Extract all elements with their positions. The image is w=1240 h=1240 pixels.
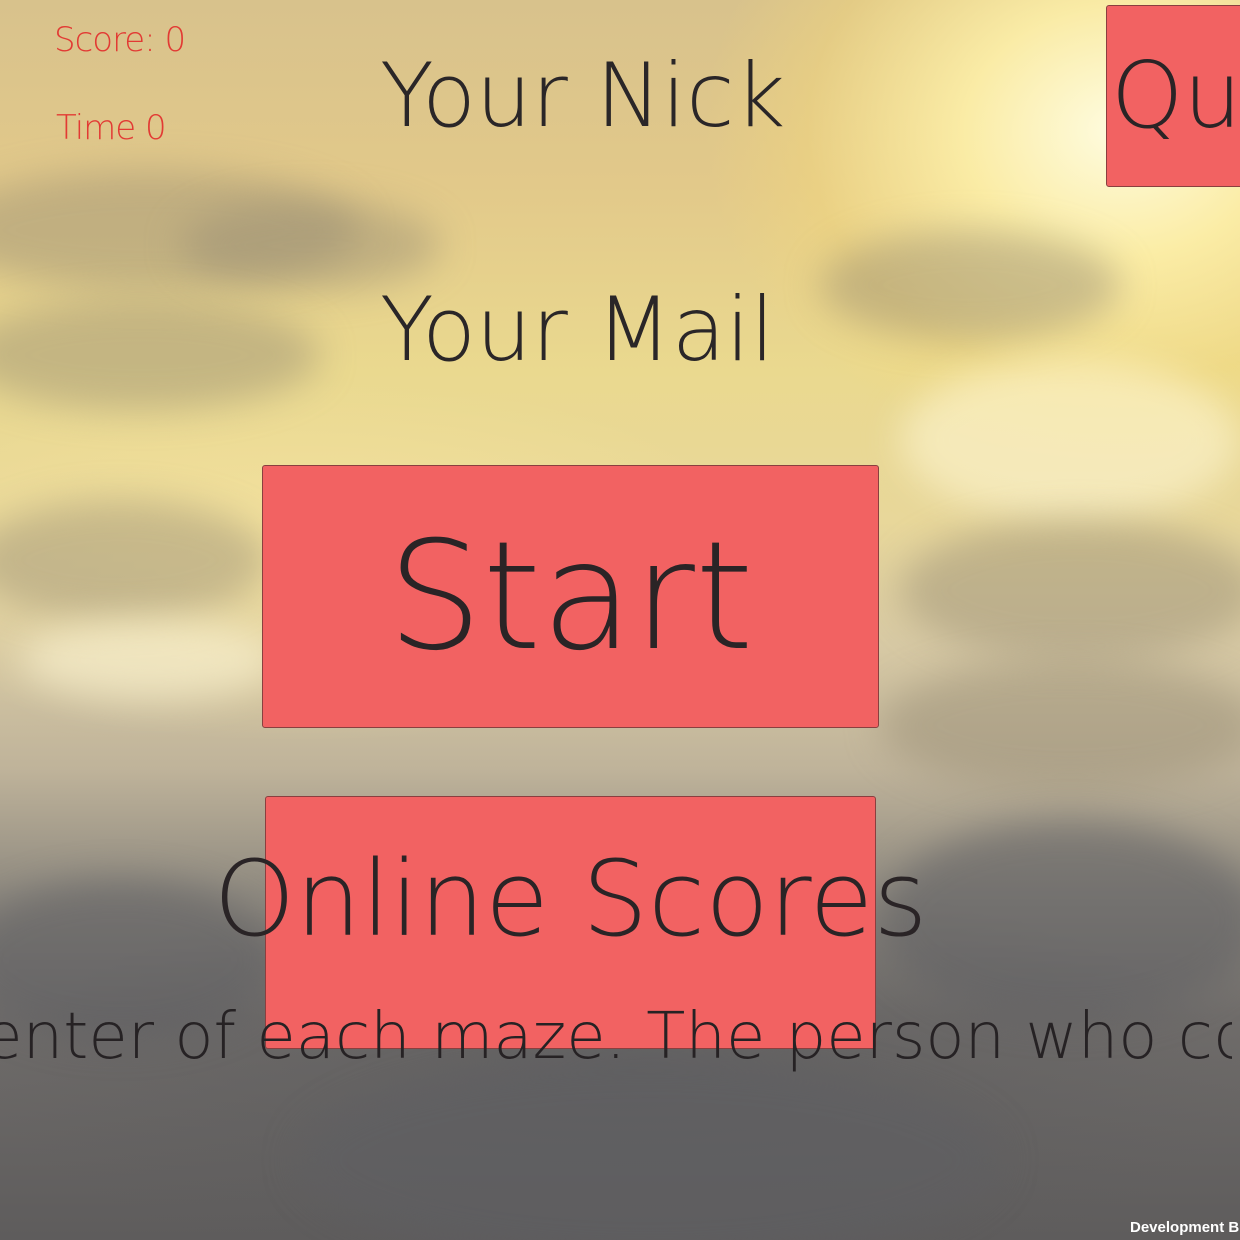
- cloud-shape: [820, 230, 1120, 340]
- start-button-label: Start: [387, 509, 754, 684]
- cloud-shape: [0, 300, 320, 410]
- score-display: Score: 0: [54, 20, 186, 60]
- cloud-shape: [20, 620, 280, 700]
- instructions-text: ch center of each maze. The person who c…: [0, 1002, 1232, 1073]
- nick-field[interactable]: Your Nick: [380, 52, 785, 140]
- instructions-ticker: ch center of each maze. The person who c…: [0, 1002, 1232, 1072]
- quit-button[interactable]: Qu: [1106, 5, 1240, 187]
- development-build-label: Development Build: [1130, 1219, 1240, 1236]
- cloud-shape: [880, 820, 1240, 1020]
- mail-field[interactable]: Your Mail: [380, 286, 780, 374]
- cloud-shape: [0, 500, 270, 620]
- start-button[interactable]: Start: [262, 465, 879, 728]
- quit-button-label: Qu: [1111, 42, 1240, 149]
- cloud-shape: [900, 520, 1240, 660]
- cloud-shape: [900, 360, 1240, 520]
- cloud-shape: [880, 660, 1240, 790]
- time-display: Time 0: [56, 108, 167, 148]
- cloud-shape: [300, 1060, 1000, 1240]
- online-scores-button-label: Online Scores: [213, 838, 928, 960]
- cloud-shape: [180, 200, 440, 290]
